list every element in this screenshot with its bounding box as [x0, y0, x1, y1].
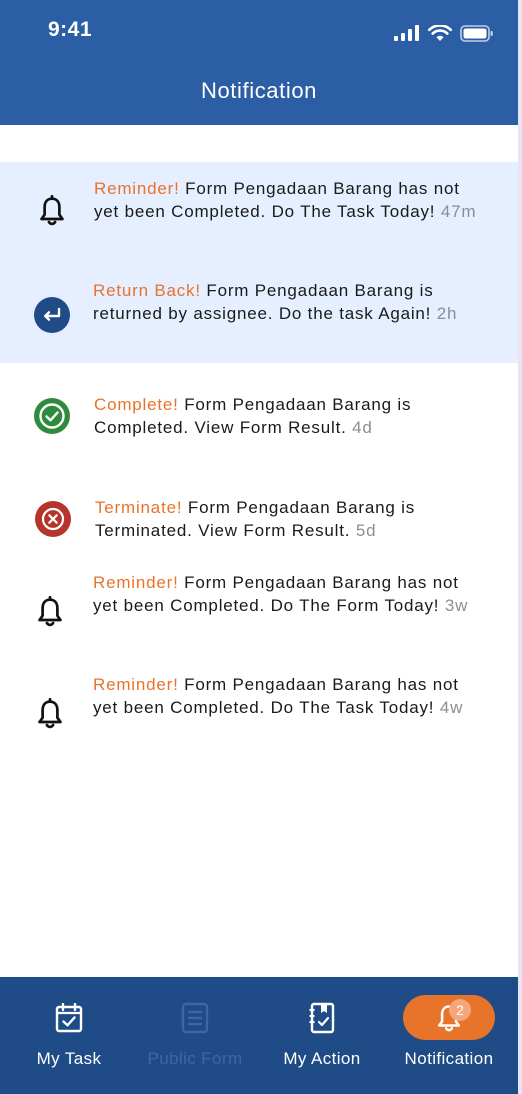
notification-keyword: Return Back! [93, 281, 201, 300]
notification-text: Reminder! Form Pengadaan Barang has not … [93, 673, 483, 719]
notification-time: 4w [439, 698, 464, 717]
notification-item[interactable]: Complete! Form Pengadaan Barang is Compl… [0, 363, 518, 465]
notification-time: 3w [444, 596, 469, 615]
tab-public-form[interactable]: Public Form [132, 977, 258, 1094]
notification-time: 5d [355, 521, 377, 540]
tab-my-task[interactable]: My Task [6, 977, 132, 1094]
notification-item[interactable]: Terminate! Form Pengadaan Barang is Term… [0, 465, 518, 556]
tab-my-action[interactable]: My Action [259, 977, 385, 1094]
tab-label: My Task [36, 1049, 102, 1068]
status-icons [394, 22, 494, 44]
notification-keyword: Reminder! [93, 675, 179, 694]
notification-badge: 2 [449, 999, 471, 1021]
phone-screen: 9:41 Notification Reminder! Form Pengada… [0, 0, 518, 1094]
notification-text: Terminate! Form Pengadaan Barang is Term… [95, 496, 485, 542]
status-time: 9:41 [48, 18, 93, 41]
page-title: Notification [200, 78, 318, 103]
bell-icon [32, 594, 68, 630]
notification-keyword: Complete! [94, 395, 179, 414]
return-icon [34, 297, 70, 333]
bell-icon [32, 696, 68, 732]
tab-notification[interactable]: Notification [386, 977, 512, 1094]
tab-label: Notification [404, 1049, 494, 1068]
notification-time: 4d [352, 418, 373, 437]
notification-time: 47m [440, 202, 477, 221]
notification-text: Complete! Form Pengadaan Barang is Compl… [94, 393, 484, 439]
notification-text: Reminder! Form Pengadaan Barang has not … [94, 177, 484, 223]
form-icon [181, 1001, 209, 1035]
notification-keyword: Terminate! [95, 498, 183, 517]
tab-label: My Action [283, 1049, 361, 1068]
notification-time: 2h [436, 304, 458, 323]
battery-icon [460, 24, 493, 42]
tab-label: Public Form [147, 1049, 243, 1068]
notification-list: Reminder! Form Pengadaan Barang has not … [0, 162, 518, 768]
notification-keyword: Reminder! [93, 573, 179, 592]
notification-text: Reminder! Form Pengadaan Barang has not … [93, 571, 483, 617]
bell-icon [34, 193, 70, 229]
app-header: 9:41 Notification [0, 0, 518, 125]
notification-text: Return Back! Form Pengadaan Barang is re… [93, 279, 483, 325]
wifi-icon [428, 24, 452, 41]
notification-item[interactable]: Reminder! Form Pengadaan Barang has not … [0, 658, 518, 768]
notification-item[interactable]: Return Back! Form Pengadaan Barang is re… [0, 263, 518, 363]
action-icon [308, 1001, 336, 1035]
check-circle-icon [34, 398, 70, 434]
task-check-icon [55, 1001, 83, 1035]
x-circle-icon [35, 501, 71, 537]
signal-icon [394, 25, 419, 41]
notification-keyword: Reminder! [94, 179, 180, 198]
notification-item[interactable]: Reminder! Form Pengadaan Barang has not … [0, 556, 518, 658]
notification-item[interactable]: Reminder! Form Pengadaan Barang has not … [0, 162, 518, 263]
